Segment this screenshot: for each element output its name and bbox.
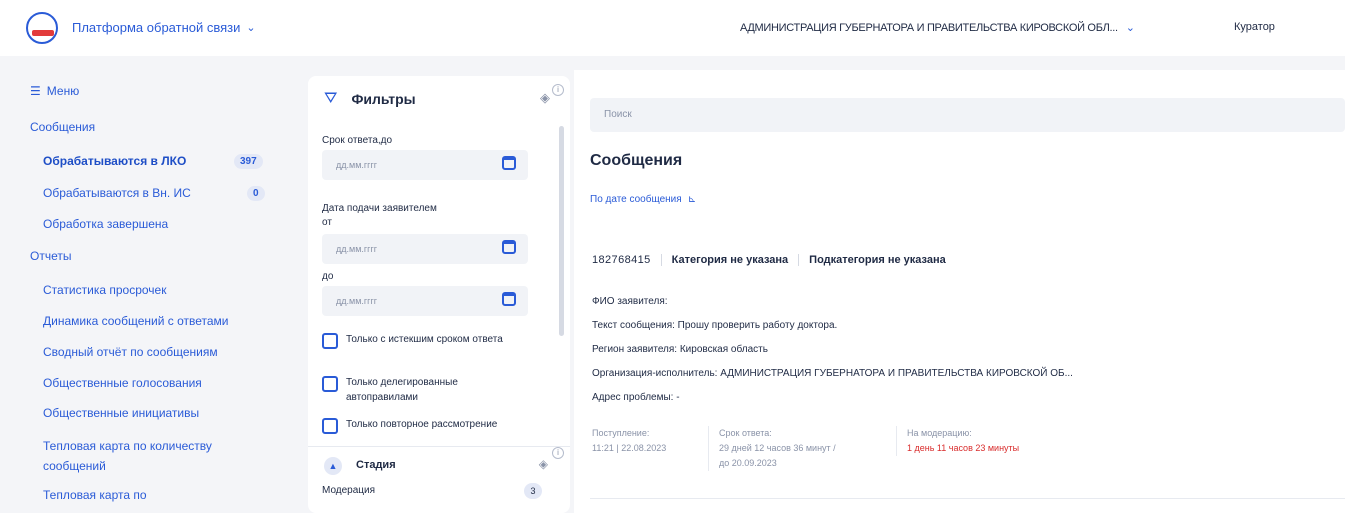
applicant-name: ФИО заявителя: (592, 296, 668, 307)
calendar-icon[interactable] (502, 156, 516, 170)
sort-label: По дате сообщения (590, 194, 682, 205)
calendar-icon[interactable] (502, 292, 516, 306)
filters-panel: ⛛ Фильтры ◈ i Срок ответа,до дд.мм.гггг … (308, 76, 570, 513)
problem-address: Адрес проблемы: - (592, 392, 680, 403)
executor-org: Организация-исполнитель: АДМИНИСТРАЦИЯ Г… (592, 368, 1073, 379)
date-placeholder: дд.мм.гггг (336, 296, 378, 306)
date-placeholder: дд.мм.гггг (336, 244, 378, 254)
sort-control[interactable]: По дате сообщения ⊾ (590, 194, 696, 205)
organization-selector[interactable]: АДМИНИСТРАЦИЯ ГУБЕРНАТОРА И ПРАВИТЕЛЬСТВ… (740, 21, 1135, 35)
eraser-icon[interactable]: ◈ (540, 90, 550, 106)
sidebar-item-processing-external[interactable]: Обрабатываются в Вн. ИС (43, 186, 191, 200)
filter-icon: ⛛ (324, 90, 338, 107)
count-badge: 0 (247, 186, 265, 201)
count-badge: 3 (524, 483, 542, 499)
top-bar: Платформа обратной связи ⌄ АДМИНИСТРАЦИЯ… (0, 0, 1345, 56)
due-date-input[interactable]: дд.мм.гггг (322, 150, 528, 180)
sidebar-item-processing-lko[interactable]: Обрабатываются в ЛКО (43, 154, 186, 168)
checkbox[interactable] (322, 333, 338, 349)
applicant-region: Регион заявителя: Кировская область (592, 344, 768, 355)
moderation-label: На модерацию: (907, 428, 972, 438)
chevron-down-icon: ⌄ (246, 22, 256, 34)
messages-panel: Поиск Сообщения По дате сообщения ⊾ 1827… (574, 70, 1345, 513)
menu-icon: ☰ (30, 84, 41, 98)
checkbox-label: Только делегированные автоправилами (346, 377, 458, 403)
chevron-down-icon: ⌄ (1125, 22, 1135, 34)
received-value: 11:21 | 22.08.2023 (592, 443, 667, 453)
received-label: Поступление: (592, 428, 650, 438)
page-title: Сообщения (590, 152, 683, 169)
message-category: Категория не указана (660, 254, 798, 266)
stage-item-moderation[interactable]: Модерация (322, 485, 375, 496)
due-date-label: Срок ответа,до (322, 135, 393, 146)
checkbox-label: Только повторное рассмотрение (346, 419, 498, 430)
platform-selector[interactable]: Платформа обратной связи ⌄ (72, 20, 256, 35)
filters-title: Фильтры (351, 91, 416, 107)
sidebar-item-report[interactable]: Тепловая карта по количеству сообщений (43, 436, 243, 476)
sidebar-section-reports[interactable]: Отчеты (30, 249, 71, 263)
logo-icon[interactable] (26, 12, 58, 44)
checkbox-label: Только с истекшим сроком ответа (346, 334, 503, 345)
stage-section: ▲ Стадия ◈ i Модерация 3 (308, 446, 570, 513)
calendar-icon[interactable] (502, 240, 516, 254)
moderation-value: 1 день 11 часов 23 минуты (907, 443, 1020, 453)
checkbox-expired[interactable]: Только с истекшим сроком ответа (322, 332, 506, 349)
date-from-input[interactable]: дд.мм.гггг (322, 234, 528, 264)
sidebar-item-report[interactable]: Тепловая карта по (43, 488, 147, 502)
moderation-block: На модерацию: 1 день 11 часов 23 минуты (896, 426, 1019, 456)
due-label: Срок ответа: (719, 428, 772, 438)
message-text: Текст сообщения: Прошу проверить работу … (592, 320, 838, 331)
to-label: до (322, 271, 334, 282)
info-icon[interactable]: i (552, 84, 564, 96)
submit-date-label: Дата подачи заявителем (322, 203, 437, 214)
due-block: Срок ответа: 29 дней 12 часов 36 минут /… (708, 426, 836, 471)
info-icon[interactable]: i (552, 447, 564, 459)
platform-name: Платформа обратной связи (72, 20, 241, 35)
from-label: от (322, 217, 332, 228)
menu-label: Меню (46, 84, 80, 98)
stage-title: Стадия (356, 459, 396, 471)
due-value: 29 дней 12 часов 36 минут / (719, 443, 836, 453)
due-date: до 20.09.2023 (719, 458, 777, 468)
scrollbar[interactable] (559, 126, 564, 336)
eraser-icon[interactable]: ◈ (539, 457, 548, 471)
date-to-input[interactable]: дд.мм.гггг (322, 286, 528, 316)
search-input[interactable]: Поиск (590, 98, 1345, 132)
sidebar-item-report[interactable]: Общественные инициативы (43, 406, 199, 420)
date-placeholder: дд.мм.гггг (336, 160, 378, 170)
checkbox-repeat[interactable]: Только повторное рассмотрение (322, 417, 526, 434)
sidebar-item-report[interactable]: Общественные голосования (43, 376, 202, 390)
sidebar-item-report[interactable]: Статистика просрочек (43, 283, 166, 297)
message-id: 182768415 (592, 254, 651, 266)
received-block: Поступление: 11:21 | 22.08.2023 (592, 426, 666, 456)
checkbox-delegated[interactable]: Только делегированные автоправилами (322, 375, 506, 405)
sidebar: ☰ Меню Сообщения Обрабатываются в ЛКО 39… (0, 70, 290, 513)
message-subcategory: Подкатегория не указана (798, 254, 956, 266)
menu-toggle[interactable]: ☰ Меню (30, 84, 79, 98)
sort-icon: ⊾ (687, 194, 697, 205)
chevron-up-icon[interactable]: ▲ (324, 457, 342, 475)
sidebar-item-report[interactable]: Динамика сообщений с ответами (43, 314, 228, 328)
sidebar-section-messages[interactable]: Сообщения (30, 120, 95, 134)
sidebar-item-completed[interactable]: Обработка завершена (43, 217, 168, 231)
divider (590, 498, 1345, 499)
message-card-header[interactable]: 182768415 Категория не указана Подкатего… (592, 254, 956, 266)
filters-header: ⛛ Фильтры (324, 90, 416, 108)
search-placeholder: Поиск (604, 109, 632, 120)
checkbox[interactable] (322, 418, 338, 434)
organization-name: АДМИНИСТРАЦИЯ ГУБЕРНАТОРА И ПРАВИТЕЛЬСТВ… (740, 21, 1118, 34)
checkbox[interactable] (322, 376, 338, 392)
count-badge: 397 (234, 154, 263, 169)
user-role[interactable]: Куратор (1234, 21, 1275, 33)
sidebar-item-report[interactable]: Сводный отчёт по сообщениям (43, 345, 218, 359)
